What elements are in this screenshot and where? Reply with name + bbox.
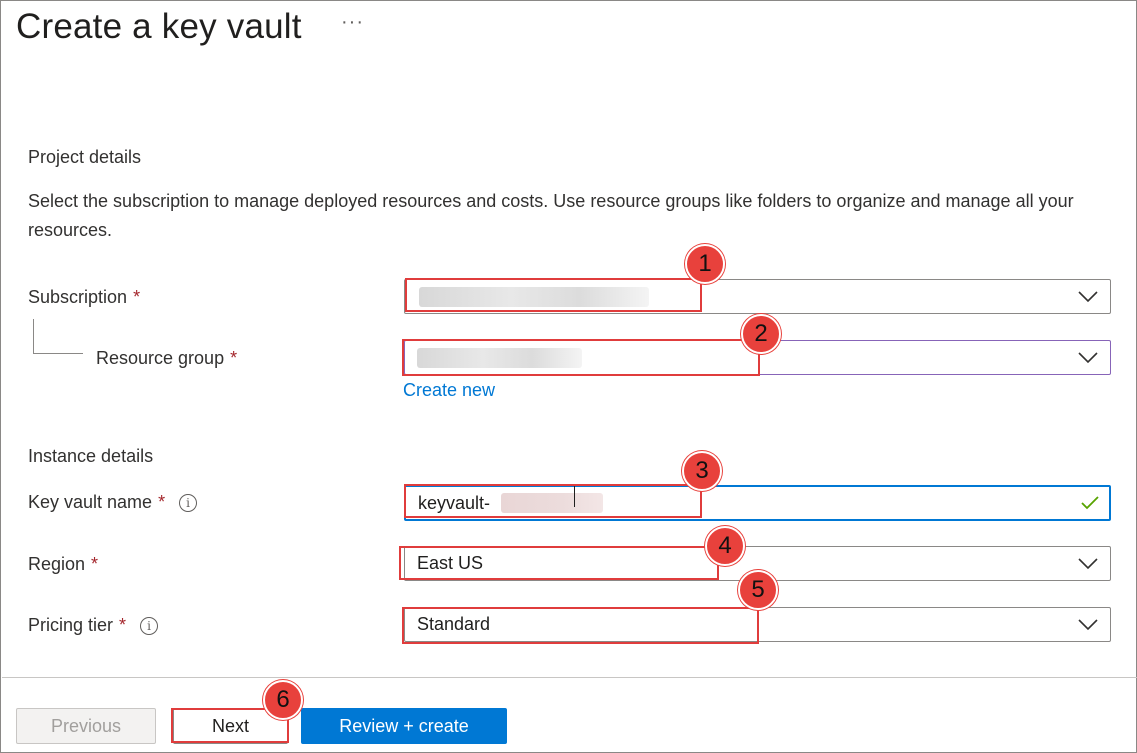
info-icon[interactable]: i [140,616,159,635]
text-cursor [574,485,575,507]
annotation-badge: 1 [685,244,725,284]
info-icon[interactable]: i [179,493,198,512]
create-new-resource-group-link[interactable]: Create new [403,380,495,401]
project-details-description: Select the subscription to manage deploy… [28,191,1074,240]
pricing-tier-dropdown[interactable]: Standard [404,607,1111,642]
key-vault-name-value: keyvault- [418,492,491,513]
pricing-tier-label: Pricing tier * i [28,615,159,636]
region-label: Region * [28,554,98,575]
required-marker: * [230,348,238,368]
chevron-down-icon [1078,557,1098,569]
chevron-down-icon [1078,351,1098,363]
annotation-badge: 3 [682,451,722,491]
previous-button[interactable]: Previous [16,708,156,744]
redacted-subscription-value [419,287,649,307]
resource-group-label: Resource group * [96,348,237,369]
required-marker: * [119,615,127,635]
required-marker: * [158,492,166,512]
chevron-down-icon [1078,618,1098,630]
checkmark-icon [1081,496,1099,510]
key-vault-name-label-text: Key vault name [28,492,153,512]
instance-details-heading: Instance details [28,446,154,466]
page-title: Create a key vault [16,7,302,46]
subscription-label: Subscription * [28,287,140,308]
annotation-badge: 2 [741,314,781,354]
region-label-text: Region [28,554,86,574]
annotation-badge: 6 [263,680,303,720]
pricing-tier-label-text: Pricing tier [28,615,114,635]
review-create-button[interactable]: Review + create [301,708,507,744]
region-value: East US [417,553,484,573]
redacted-resource-group-value [417,348,582,368]
pricing-tier-value: Standard [417,614,491,634]
required-marker: * [133,287,141,307]
resource-group-label-text: Resource group [96,348,225,368]
key-vault-name-label: Key vault name * i [28,492,198,513]
annotation-badge: 5 [738,570,778,610]
more-options-icon[interactable]: ··· [341,11,364,34]
tree-connector [33,319,83,354]
create-key-vault-page: Create a key vault ··· Project details S… [0,0,1137,753]
footer-divider [2,677,1137,678]
subscription-label-text: Subscription [28,287,128,307]
subscription-dropdown[interactable] [404,279,1111,314]
annotation-badge: 4 [705,526,745,566]
key-vault-name-input[interactable]: keyvault- [404,485,1111,521]
project-details-heading: Project details [28,147,142,167]
required-marker: * [91,554,99,574]
redacted-key-vault-suffix [501,493,603,513]
chevron-down-icon [1078,290,1098,302]
